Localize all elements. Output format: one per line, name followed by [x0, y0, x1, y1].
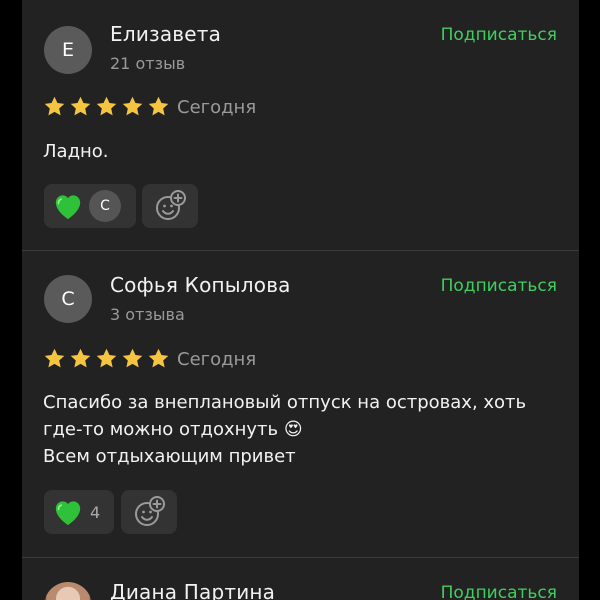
star-icon — [44, 96, 65, 116]
star-icon — [148, 96, 169, 116]
avatar[interactable]: Е — [44, 26, 92, 74]
reactor-letter: С — [100, 198, 110, 214]
author-name[interactable]: Диана Партина — [110, 580, 275, 600]
green-heart-icon — [55, 195, 81, 220]
author-name[interactable]: Елизавета — [110, 22, 221, 46]
rating-stars — [43, 347, 170, 370]
add-reaction-button[interactable] — [121, 490, 177, 534]
review-text: Спасибо за внеплановый отпуск на острова… — [43, 389, 526, 470]
reactor-avatar: С — [89, 190, 121, 222]
avatar[interactable] — [44, 582, 92, 600]
review-text-line: где-то можно отдохнуть 😍 — [43, 419, 303, 440]
review-text: Ладно. — [43, 138, 109, 165]
reaction-count: 4 — [90, 502, 101, 522]
avatar-letter: С — [61, 288, 75, 310]
review-date: Сегодня — [177, 97, 257, 118]
author-review-count: 3 отзыва — [110, 305, 185, 324]
review-card: Е Елизавета 21 отзыв Подписаться Сегодня… — [22, 0, 579, 250]
add-reaction-icon — [135, 496, 165, 526]
reaction-chip[interactable]: С — [44, 184, 136, 228]
rating-stars — [43, 95, 170, 118]
avatar[interactable]: С — [44, 275, 92, 323]
reviews-panel: Е Елизавета 21 отзыв Подписаться Сегодня… — [22, 0, 579, 600]
star-icon — [148, 348, 169, 368]
star-icon — [122, 348, 143, 368]
star-icon — [70, 96, 91, 116]
author-name[interactable]: Софья Копылова — [110, 273, 291, 297]
star-icon — [96, 96, 117, 116]
subscribe-button[interactable]: Подписаться — [441, 276, 557, 296]
star-icon — [70, 348, 91, 368]
review-text-line: Спасибо за внеплановый отпуск на острова… — [43, 392, 527, 413]
subscribe-button[interactable]: Подписаться — [441, 583, 557, 600]
review-text-line: Ладно. — [43, 141, 109, 162]
subscribe-button[interactable]: Подписаться — [441, 25, 557, 45]
add-reaction-icon — [156, 190, 186, 220]
review-date: Сегодня — [177, 349, 257, 370]
green-heart-icon — [55, 501, 81, 526]
avatar-letter: Е — [61, 39, 74, 61]
star-icon — [44, 348, 65, 368]
star-icon — [96, 348, 117, 368]
add-reaction-button[interactable] — [142, 184, 198, 228]
star-icon — [122, 96, 143, 116]
review-text-line: Всем отдыхающим привет — [43, 446, 296, 467]
review-card: С Софья Копылова 3 отзыва Подписаться Се… — [22, 251, 579, 557]
review-card: Диана Партина Подписаться — [22, 558, 579, 600]
author-review-count: 21 отзыв — [110, 54, 186, 73]
reaction-chip[interactable]: 4 — [44, 490, 114, 534]
